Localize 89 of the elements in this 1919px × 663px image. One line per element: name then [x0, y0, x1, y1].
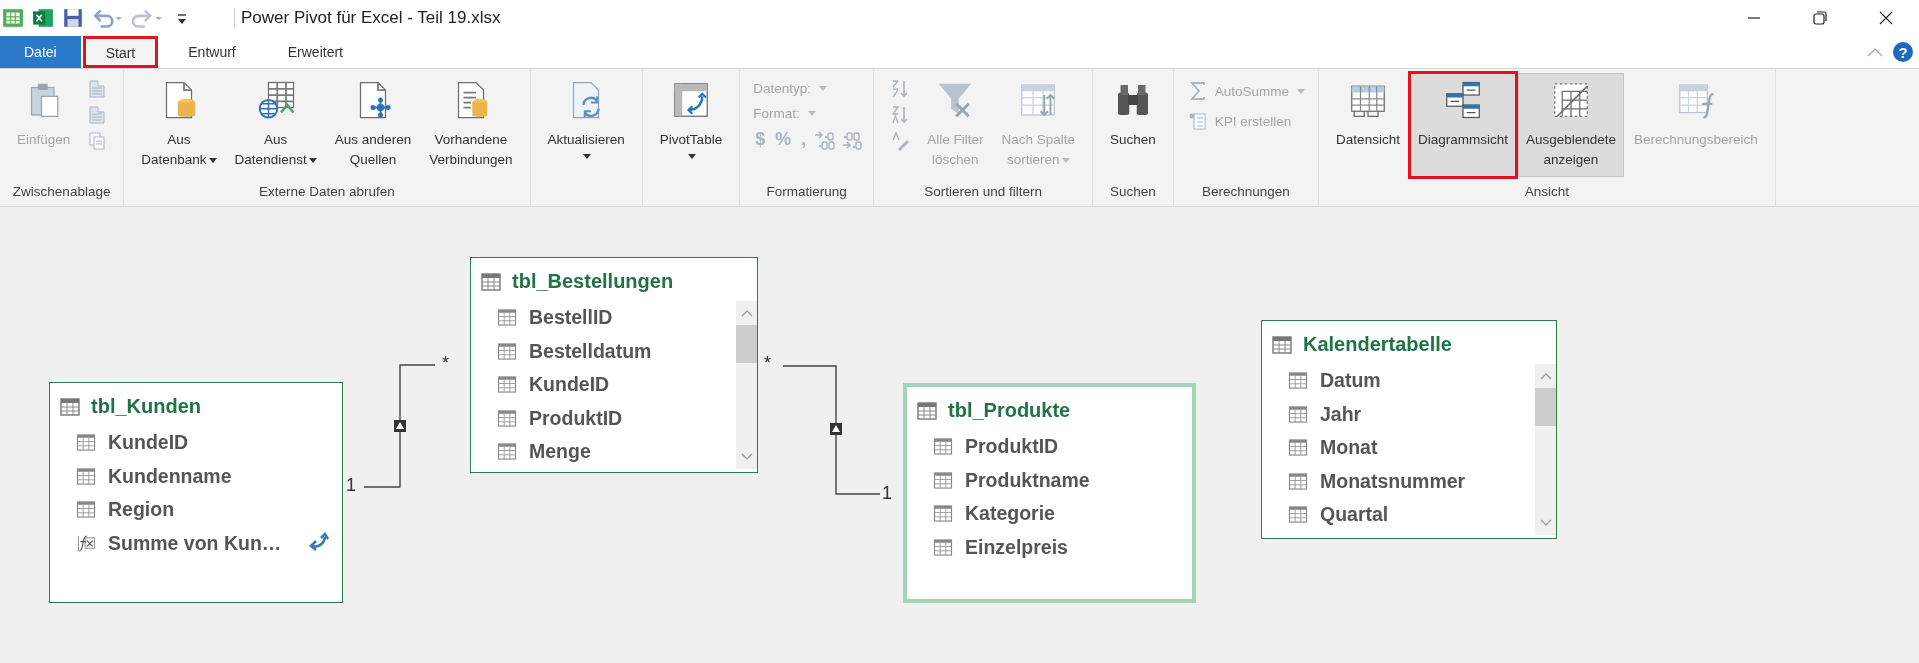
ribbon-button[interactable]: Aus Datenbank [133, 73, 225, 177]
table-card[interactable]: tbl_Produkte ProduktID Produktname Kategorie Einzelpreis [903, 383, 1196, 603]
ribbon-button[interactable]: Aktualisieren [539, 73, 633, 177]
table-card[interactable]: Kalendertabelle Datum Jahr Monat Monatsnummer Quartal [1261, 320, 1557, 539]
clear-sort-icon[interactable] [889, 131, 912, 151]
ribbon-tab[interactable]: Start [82, 36, 159, 68]
group-label: Externe Daten abrufen [259, 184, 395, 201]
table-card[interactable]: tbl_Bestellungen BestellID Bestelldatum KundeID ProduktID Menge [470, 257, 758, 473]
ribbon-button[interactable]: Suchen [1102, 73, 1164, 177]
table-icon [60, 397, 80, 416]
field-name[interactable]: KundeID [108, 431, 189, 455]
column-icon [497, 376, 517, 394]
column-icon [497, 342, 517, 360]
ribbon-button[interactable]: Ausgeblendete anzeigen [1517, 73, 1624, 177]
field-name[interactable]: Einzelpreis [965, 535, 1068, 559]
group-label: Formatierung [766, 184, 847, 201]
group-label: Berechnungen [1202, 184, 1290, 201]
scrollbar[interactable] [736, 301, 757, 469]
column-icon [933, 438, 953, 456]
field-name[interactable]: Quartal [1320, 503, 1389, 527]
group-label: Zwischenablage [12, 184, 111, 201]
ribbon-button[interactable]: PivotTable [651, 73, 731, 177]
table-icon [917, 401, 937, 420]
table-icon [481, 272, 501, 291]
table-name: Kalendertabelle [1303, 333, 1452, 356]
table-name: tbl_Bestellungen [512, 270, 674, 293]
ribbon-tab[interactable]: Datei [0, 36, 81, 68]
table-icon [1272, 335, 1292, 354]
measure-icon [76, 534, 96, 552]
table-name: tbl_Kunden [91, 395, 201, 418]
field-name[interactable]: Kundenname [108, 464, 232, 488]
ribbon-button[interactable]: Aus anderen Quellen [326, 73, 420, 177]
field-name[interactable]: BestellID [529, 306, 613, 330]
column-icon [1288, 472, 1308, 490]
field-name[interactable]: Bestelldatum [529, 339, 652, 363]
field-name[interactable]: Datum [1320, 369, 1381, 393]
save-icon[interactable] [62, 7, 84, 29]
ribbon-button[interactable]: Vorhandene Verbindungen [421, 73, 521, 177]
field-name[interactable]: Summe von Kun… [108, 531, 282, 555]
cardinality-label: 1 [346, 475, 356, 496]
group-label: Sortieren und filtern [924, 184, 1042, 201]
column-icon [76, 501, 96, 519]
window-title: Power Pivot für Excel - Teil 19.xlsx [234, 8, 501, 28]
power-pivot-icon[interactable] [2, 7, 24, 29]
column-icon [933, 505, 953, 523]
field-name[interactable]: ProduktID [965, 435, 1059, 459]
ribbon-button[interactable]: Diagrammsicht [1409, 73, 1516, 177]
column-icon [1288, 439, 1308, 457]
relationship-line[interactable] [363, 364, 436, 488]
column-icon [1288, 405, 1308, 423]
field-name[interactable]: Monat [1320, 436, 1378, 460]
cardinality-label: * [442, 353, 449, 374]
column-icon [76, 434, 96, 452]
pivot-table-icon [671, 80, 711, 120]
field-name[interactable]: Jahr [1320, 402, 1362, 426]
column-icon [933, 471, 953, 489]
column-icon [497, 443, 517, 461]
field-name[interactable]: Kategorie [965, 502, 1055, 526]
field-name[interactable]: KundeID [529, 373, 610, 397]
column-icon [76, 467, 96, 485]
field-name[interactable]: Region [108, 498, 175, 522]
table-card[interactable]: tbl_Kunden KundeID Kundenname Region Summe von Kun… [49, 382, 343, 603]
help-button[interactable]: ? [1893, 42, 1913, 62]
relationship-line[interactable] [782, 365, 881, 495]
field-name[interactable]: Monatsnummer [1320, 469, 1466, 493]
group-label: Suchen [1110, 184, 1156, 201]
collapse-ribbon-icon[interactable] [1867, 47, 1883, 57]
group-label: Ansicht [1524, 184, 1570, 201]
column-icon [497, 409, 517, 427]
scrollbar[interactable] [1535, 364, 1556, 535]
column-icon [1288, 372, 1308, 390]
column-icon [497, 309, 517, 327]
column-icon [1288, 506, 1308, 524]
scroll-thumb[interactable] [736, 325, 757, 363]
scroll-thumb[interactable] [1535, 388, 1556, 426]
field-name[interactable]: Menge [529, 440, 591, 464]
column-icon [933, 538, 953, 556]
field-name[interactable]: ProduktID [529, 406, 623, 430]
cardinality-label: 1 [882, 483, 892, 504]
redo-icon[interactable] [132, 7, 164, 29]
caret-icon [818, 86, 827, 91]
table-name: tbl_Produkte [948, 399, 1071, 422]
excel-icon[interactable] [32, 7, 54, 29]
ribbon-button[interactable]: Datensicht [1328, 73, 1408, 177]
undo-icon[interactable] [92, 7, 124, 29]
caret-icon [807, 111, 816, 116]
ribbon-button[interactable]: Aus Datendienst [226, 73, 325, 177]
cardinality-label: * [764, 353, 771, 374]
field-name[interactable]: Produktname [965, 468, 1090, 492]
